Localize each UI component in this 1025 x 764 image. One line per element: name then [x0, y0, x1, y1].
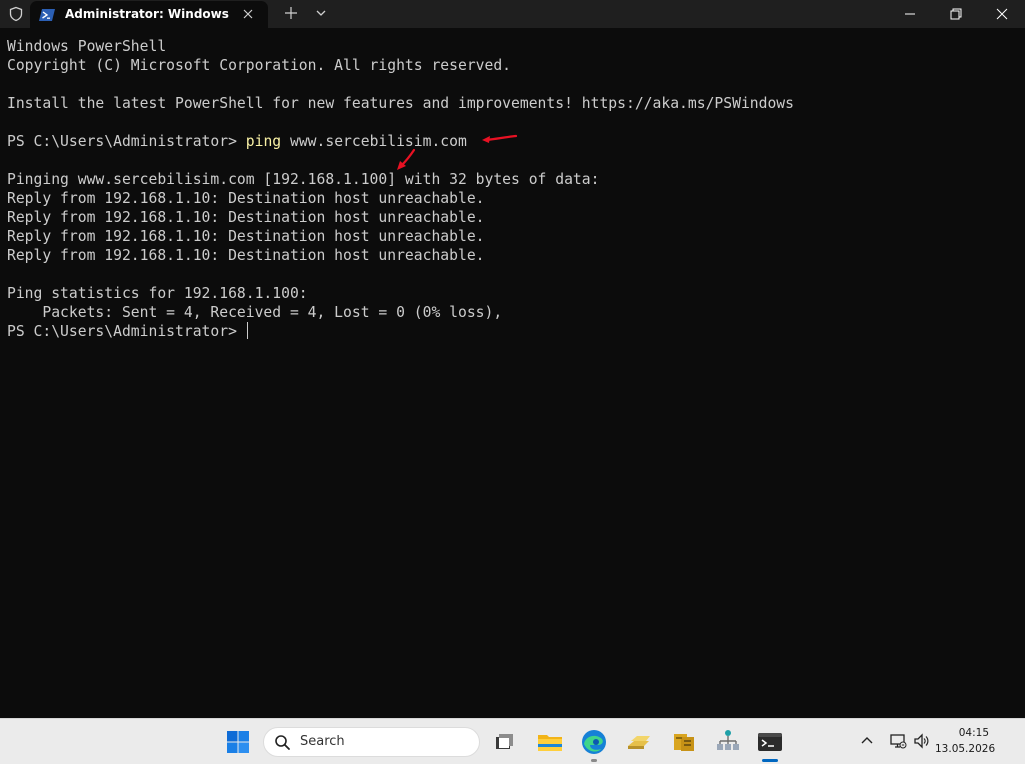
terminal-line-reply: Reply from 192.168.1.10: Destination hos… [7, 209, 485, 226]
volume-icon[interactable] [913, 732, 931, 750]
taskbar: Search 04:15 13.05.2026 [0, 718, 1025, 764]
prompt: PS C:\Users\Administrator> [7, 133, 246, 150]
terminal-app-icon[interactable] [756, 728, 784, 756]
clock-date: 13.05.2026 [935, 743, 996, 755]
text-cursor [246, 322, 248, 339]
edge-browser-icon[interactable] [580, 728, 608, 756]
restore-icon [950, 8, 962, 20]
server-manager-app-icon[interactable] [670, 728, 698, 756]
close-tab-icon[interactable] [240, 6, 256, 22]
tab-powershell[interactable]: Administrator: Windows PowerShell [30, 1, 268, 28]
task-view-icon[interactable] [490, 728, 518, 756]
terminal-line-statistics: Ping statistics for 192.168.1.100: [7, 285, 308, 302]
terminal-line-reply: Reply from 192.168.1.10: Destination hos… [7, 247, 485, 264]
shield-icon [8, 6, 24, 22]
minimize-button[interactable] [887, 0, 933, 28]
windows-start-icon[interactable] [224, 728, 252, 756]
annotation-arrow-left-icon [482, 134, 518, 143]
chevron-up-icon[interactable] [858, 732, 876, 750]
maximize-button[interactable] [933, 0, 979, 28]
final-prompt: PS C:\Users\Administrator> [7, 323, 246, 340]
command-argument: www.sercebilisim.com [281, 133, 467, 150]
terminal-line-copyright: Copyright (C) Microsoft Corporation. All… [7, 57, 512, 74]
terminal-line-packets: Packets: Sent = 4, Received = 4, Lost = … [7, 304, 503, 321]
system-clock[interactable]: 04:15 13.05.2026 [935, 725, 996, 757]
network-app-icon[interactable] [714, 728, 742, 756]
terminal-line-reply: Reply from 192.168.1.10: Destination hos… [7, 228, 485, 245]
close-icon [996, 8, 1008, 20]
file-explorer-icon[interactable] [536, 728, 564, 756]
search-placeholder: Search [300, 734, 345, 749]
search-icon [274, 734, 291, 751]
title-bar: Administrator: Windows PowerShell [0, 0, 1025, 28]
terminal-line-install: Install the latest PowerShell for new fe… [7, 95, 794, 112]
gold-bars-app-icon[interactable] [625, 728, 653, 756]
terminal-output[interactable]: Windows PowerShell Copyright (C) Microso… [0, 28, 1025, 718]
network-status-icon[interactable] [889, 732, 907, 750]
command-name: ping [245, 133, 282, 150]
close-button[interactable] [979, 0, 1025, 28]
powershell-icon [39, 7, 55, 21]
minimize-icon [905, 13, 915, 15]
clock-time: 04:15 [958, 727, 989, 739]
annotation-arrow-down-icon [397, 148, 416, 170]
terminal-line-prompt: PS C:\Users\Administrator> [7, 322, 248, 341]
search-input[interactable]: Search [263, 727, 480, 757]
new-tab-plus-icon[interactable] [283, 5, 299, 21]
active-app-indicator [762, 759, 778, 762]
terminal-line-pinging: Pinging www.sercebilisim.com [192.168.1.… [7, 171, 600, 188]
terminal-line-reply: Reply from 192.168.1.10: Destination hos… [7, 190, 485, 207]
running-indicator [591, 759, 597, 762]
chevron-down-icon[interactable] [314, 5, 328, 21]
tab-title: Administrator: Windows PowerShell [65, 7, 231, 21]
terminal-line-banner: Windows PowerShell [7, 38, 167, 55]
